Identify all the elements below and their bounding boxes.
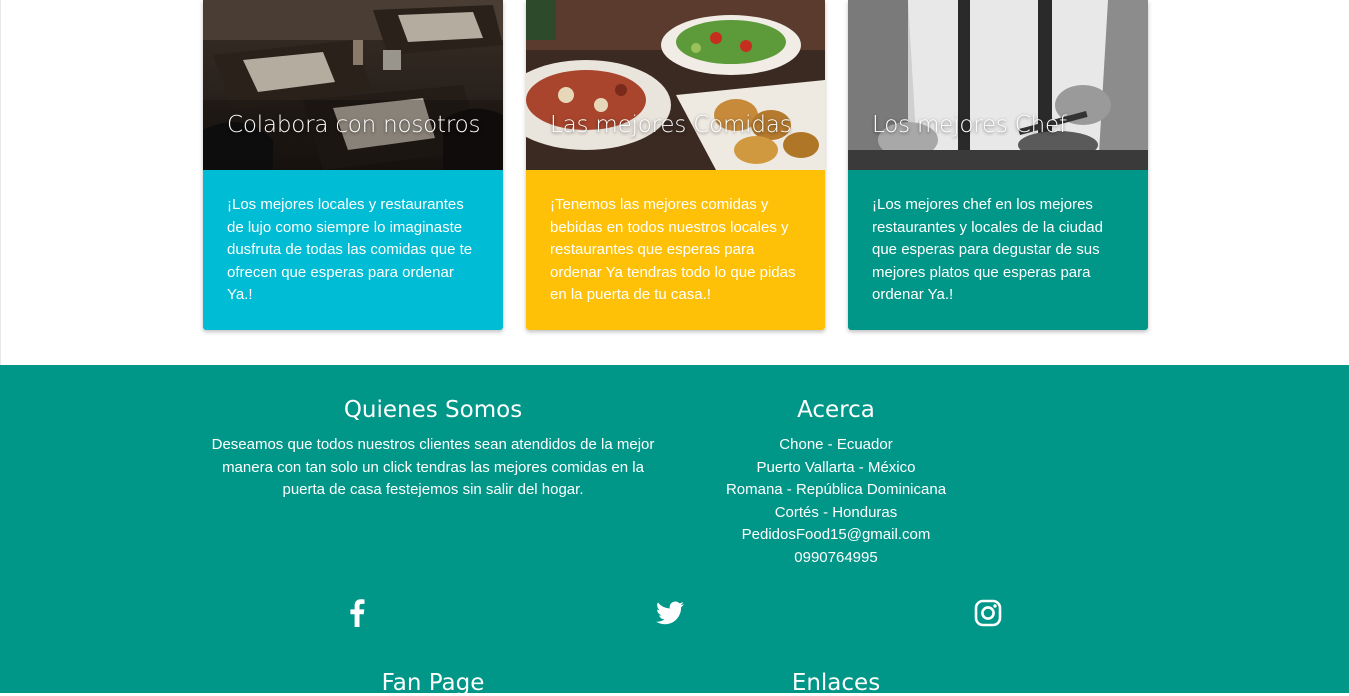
contact-email: PedidosFood15@gmail.com [741, 526, 931, 544]
card-title: Los mejores Chef [872, 112, 1067, 138]
card-text: ¡Los mejores locales y restaurantes de l… [203, 170, 503, 330]
card-title: Colabora con nosotros [227, 112, 481, 138]
contact-phone: 0990764995 [794, 548, 878, 566]
location-chone: Chone - Ecuador [779, 436, 893, 453]
features-section: Colabora con nosotros ¡Los mejores local… [0, 0, 1349, 365]
twitter-icon[interactable] [654, 597, 686, 629]
card-colabora: Colabora con nosotros ¡Los mejores local… [203, 0, 503, 330]
about-title: Quienes Somos [343, 397, 523, 423]
food-dishes-image: Las mejores Comidas [526, 0, 825, 170]
card-comidas: Las mejores Comidas ¡Tenemos las mejores… [526, 0, 825, 330]
card-text: ¡Tenemos las mejores comidas y bebidas e… [526, 170, 825, 330]
location-puerto-vallarta: Puerto Vallarta - México [756, 458, 916, 476]
links-title: Enlaces [791, 670, 881, 696]
card-chef: Los mejores Chef ¡Los mejores chef en lo… [848, 0, 1148, 330]
card-text: ¡Los mejores chef en los mejores restaur… [848, 170, 1148, 330]
about-text: Deseamos que todos nuestros clientes sea… [211, 436, 655, 499]
fan-page-title: Fan Page [381, 670, 485, 696]
location-romana: Romana - República Dominicana [725, 481, 947, 499]
restaurant-tables-image: Colabora con nosotros [203, 0, 503, 170]
acerca-list: Chone - Ecuador Puerto Vallarta - México… [686, 434, 986, 570]
facebook-icon[interactable] [341, 597, 373, 629]
footer: Quienes Somos Deseamos que todos nuestro… [0, 365, 1349, 696]
instagram-icon[interactable] [972, 597, 1004, 629]
card-title: Las mejores Comidas [550, 112, 792, 138]
acerca-title: Acerca [797, 397, 875, 423]
chef-image: Los mejores Chef [848, 0, 1148, 170]
location-cortes: Cortés - Honduras [774, 503, 898, 521]
